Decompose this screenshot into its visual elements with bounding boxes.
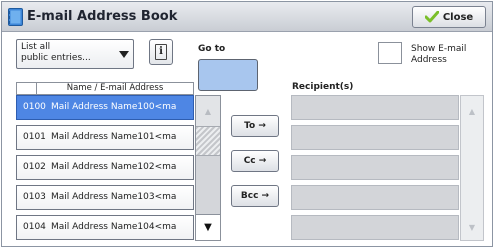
address-book-icon (8, 8, 23, 26)
address-row[interactable]: 0103 Mail Address Name103<ma (16, 185, 194, 210)
info-icon: i (155, 44, 167, 60)
filter-dropdown[interactable]: List all public entries... (16, 39, 134, 69)
recipients-list (291, 95, 459, 241)
address-row[interactable]: 0102 Mail Address Name102<ma (16, 155, 194, 180)
recipient-row[interactable] (291, 155, 459, 180)
close-button-label: Close (442, 11, 474, 23)
address-book-window: E-mail Address Book Close List all publi… (1, 1, 493, 247)
recipients-scrollbar[interactable]: ▲ ▼ (460, 95, 484, 241)
show-email-label: Show E-mail Address (411, 44, 466, 66)
goto-label: Go to (198, 44, 226, 54)
scroll-thumb[interactable] (196, 126, 220, 156)
recipients-label: Recipient(s) (292, 82, 354, 92)
arrow-down-icon[interactable]: ▼ (196, 214, 220, 240)
arrow-up-icon[interactable]: ▲ (461, 96, 483, 126)
checkmark-icon (424, 11, 439, 23)
address-name: Mail Address Name103<ma (51, 192, 177, 202)
address-number: 0101 (23, 132, 46, 142)
recipient-row[interactable] (291, 125, 459, 150)
address-name: Mail Address Name100<ma (51, 102, 177, 112)
address-list-scrollbar[interactable]: ▲ ▼ (195, 95, 221, 241)
show-email-checkbox[interactable] (378, 42, 402, 64)
header-number-column (17, 83, 37, 94)
address-name: Mail Address Name104<ma (51, 222, 177, 232)
address-name: Mail Address Name101<ma (51, 132, 177, 142)
filter-dropdown-line1: List all (21, 42, 51, 52)
address-row[interactable]: 0104 Mail Address Name104<ma (16, 215, 194, 240)
content-area: List all public entries... i Go to Show … (2, 33, 492, 246)
recipient-row[interactable] (291, 185, 459, 210)
cc-button[interactable]: Cc → (231, 150, 279, 172)
header-name-column: Name / E-mail Address (66, 83, 164, 93)
address-row[interactable]: 0100 Mail Address Name100<ma (16, 95, 194, 120)
close-button[interactable]: Close (412, 6, 486, 28)
address-list-header: Name / E-mail Address (16, 82, 194, 95)
address-row[interactable]: 0101 Mail Address Name101<ma (16, 125, 194, 150)
show-email-label-line1: Show E-mail (411, 44, 467, 54)
filter-dropdown-line2: public entries... (21, 53, 91, 63)
window-title: E-mail Address Book (27, 9, 178, 24)
bcc-button[interactable]: Bcc → (231, 185, 279, 207)
goto-button[interactable] (198, 59, 258, 91)
arrow-down-icon[interactable]: ▼ (461, 214, 483, 240)
chevron-down-icon (119, 51, 129, 58)
recipient-row[interactable] (291, 215, 459, 240)
recipient-row[interactable] (291, 95, 459, 120)
show-email-label-line2: Address (411, 55, 447, 65)
address-number: 0104 (23, 222, 46, 232)
to-button[interactable]: To → (231, 115, 279, 137)
title-bar: E-mail Address Book Close (2, 2, 492, 32)
address-number: 0103 (23, 192, 46, 202)
info-button[interactable]: i (149, 39, 173, 65)
address-name: Mail Address Name102<ma (51, 162, 177, 172)
address-number: 0100 (23, 102, 46, 112)
address-list: 0100 Mail Address Name100<ma 0101 Mail Add… (16, 95, 194, 241)
arrow-up-icon[interactable]: ▲ (196, 96, 220, 126)
address-number: 0102 (23, 162, 46, 172)
